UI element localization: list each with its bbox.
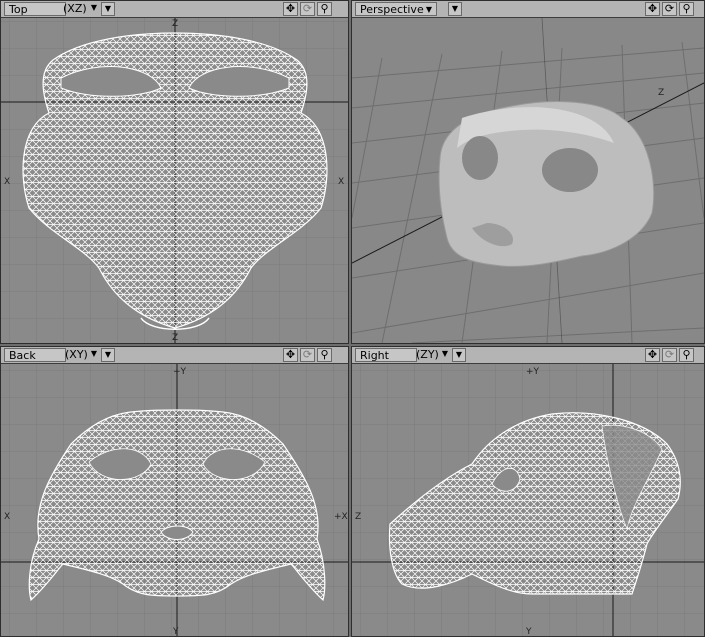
view-mode-dropdown[interactable]: Top — [4, 2, 66, 16]
view-mode-label: Back — [9, 349, 36, 362]
viewport-header: Perspective ▼ ▼ ✥ ⟳ ⚲ — [352, 1, 704, 18]
viewport-back[interactable]: Back (XY) ▼ ▼ ✥ ⟳ ⚲ +Y Y X +X — [0, 346, 349, 637]
view-mode-dropdown[interactable]: Perspective ▼ — [355, 2, 437, 16]
chevron-down-icon: ▼ — [425, 5, 432, 14]
viewport-canvas[interactable]: Z Z X X — [1, 18, 348, 343]
rotate-icon[interactable]: ⟳ — [300, 348, 315, 362]
axis-label-top: Z — [658, 88, 664, 98]
viewport-header: Top (XZ) ▼ ▼ ✥ ⟳ ⚲ — [1, 1, 348, 18]
chevron-down-icon[interactable]: ▼ — [87, 2, 101, 16]
axis-label-top: +Y — [173, 367, 187, 377]
viewport-perspective[interactable]: Perspective ▼ ▼ ✥ ⟳ ⚲ Z — [351, 0, 705, 344]
magnifier-icon[interactable]: ⚲ — [679, 348, 694, 362]
rotate-icon[interactable]: ⟳ — [300, 2, 315, 16]
view-options-button[interactable]: ▼ — [448, 2, 462, 16]
axis-label-bottom: Z — [172, 333, 178, 343]
view-axes-label: (XY) — [65, 348, 88, 361]
view-mode-dropdown[interactable]: Right — [355, 348, 417, 362]
rotate-icon[interactable]: ⟳ — [662, 348, 677, 362]
move-icon[interactable]: ✥ — [283, 2, 298, 16]
chevron-down-icon[interactable]: ▼ — [87, 348, 101, 362]
viewport-top[interactable]: Top (XZ) ▼ ▼ ✥ ⟳ ⚲ Z Z X X — [0, 0, 349, 344]
axis-label-left: Z — [355, 512, 361, 522]
axis-label-top: Z — [172, 19, 178, 29]
view-mode-dropdown[interactable]: Back — [4, 348, 66, 362]
viewport-header: Right (ZY) ▼ ▼ ✥ ⟳ ⚲ — [352, 347, 704, 364]
viewport-canvas[interactable]: +Y Y Z — [352, 364, 704, 636]
magnifier-icon[interactable]: ⚲ — [317, 2, 332, 16]
axis-label-bottom: Y — [172, 627, 179, 636]
view-options-button[interactable]: ▼ — [101, 348, 115, 362]
viewport-canvas[interactable]: Z — [352, 18, 704, 343]
viewport-right[interactable]: Right (ZY) ▼ ▼ ✥ ⟳ ⚲ +Y Y Z — [351, 346, 705, 637]
view-axes-label: (XZ) — [63, 2, 87, 15]
viewport-header: Back (XY) ▼ ▼ ✥ ⟳ ⚲ — [1, 347, 348, 364]
modeler-workspace: Top (XZ) ▼ ▼ ✥ ⟳ ⚲ Z Z X X Perspective ▼… — [0, 0, 705, 637]
shaded-mask-model — [438, 101, 655, 267]
view-options-button[interactable]: ▼ — [452, 348, 466, 362]
axis-label-left: X — [4, 177, 10, 187]
axis-label-right: X — [338, 177, 344, 187]
view-options-button[interactable]: ▼ — [101, 2, 115, 16]
move-icon[interactable]: ✥ — [645, 2, 660, 16]
axis-label-top: +Y — [526, 367, 540, 377]
axis-label-left: X — [4, 512, 10, 522]
rotate-icon[interactable]: ⟳ — [662, 2, 677, 16]
view-mode-label: Perspective — [360, 3, 424, 16]
view-mode-label: Top — [9, 3, 28, 16]
move-icon[interactable]: ✥ — [645, 348, 660, 362]
view-axes-label: (ZY) — [416, 348, 439, 361]
chevron-down-icon[interactable]: ▼ — [438, 348, 452, 362]
move-icon[interactable]: ✥ — [283, 348, 298, 362]
viewport-canvas[interactable]: +Y Y X +X — [1, 364, 348, 636]
axis-label-right: +X — [334, 512, 348, 522]
magnifier-icon[interactable]: ⚲ — [679, 2, 694, 16]
magnifier-icon[interactable]: ⚲ — [317, 348, 332, 362]
view-mode-label: Right — [360, 349, 389, 362]
axis-label-bottom: Y — [525, 627, 532, 636]
